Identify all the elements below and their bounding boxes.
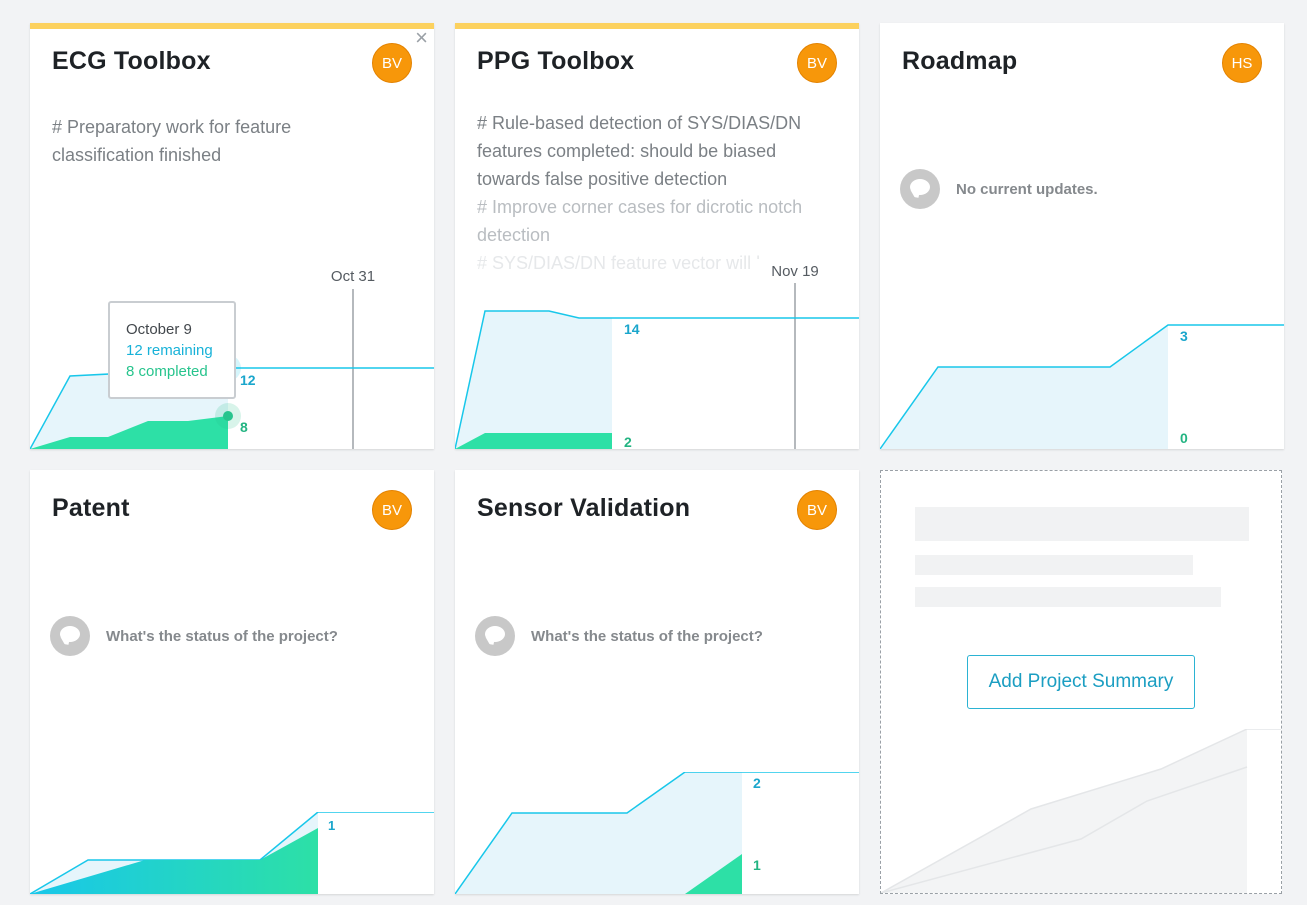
- remaining-area: [455, 311, 612, 449]
- status-row: No current updates.: [900, 169, 1098, 209]
- summary-line: # Improve corner cases for dicrotic notc…: [477, 197, 803, 217]
- placeholder-area: [881, 729, 1247, 893]
- status-text: No current updates.: [956, 180, 1098, 198]
- burnup-chart: 1: [30, 812, 434, 894]
- skeleton-line: [915, 507, 1249, 541]
- avatar[interactable]: BV: [372, 43, 412, 83]
- project-card-sensor-validation[interactable]: Sensor Validation BV What's the status o…: [455, 470, 859, 894]
- avatar[interactable]: BV: [797, 43, 837, 83]
- card-title: PPG Toolbox: [477, 47, 635, 75]
- summary-line: detection: [477, 225, 551, 245]
- status-row: What's the status of the project?: [50, 616, 338, 656]
- add-project-summary-button[interactable]: Add Project Summary: [967, 655, 1195, 709]
- project-card-ecg-toolbox[interactable]: × ECG Toolbox BV # Preparatory work for …: [30, 23, 434, 449]
- summary-line: # Preparatory work for feature: [52, 117, 292, 137]
- close-icon[interactable]: ×: [415, 29, 428, 49]
- add-project-card: Add Project Summary: [880, 470, 1282, 894]
- avatar[interactable]: BV: [372, 490, 412, 530]
- project-card-patent[interactable]: Patent BV What's the status of the proje…: [30, 470, 434, 894]
- avatar[interactable]: HS: [1222, 43, 1262, 83]
- avatar[interactable]: BV: [797, 490, 837, 530]
- summary-line: features completed: should be biased: [477, 141, 777, 161]
- burnup-chart: Nov 19 14 2: [455, 259, 859, 449]
- burnup-chart: 3 0: [880, 324, 1284, 449]
- project-card-ppg-toolbox[interactable]: PPG Toolbox BV # Rule-based detection of…: [455, 23, 859, 449]
- remaining-count-label: 14: [624, 321, 640, 337]
- card-title: ECG Toolbox: [52, 47, 211, 75]
- card-title: Roadmap: [902, 47, 1018, 75]
- status-text: What's the status of the project?: [531, 627, 763, 645]
- completed-count-label: 2: [624, 434, 632, 449]
- comment-bubble-icon: [475, 616, 515, 656]
- completed-point[interactable]: [223, 411, 233, 421]
- remaining-count-label: 2: [753, 775, 761, 791]
- date-marker-label: Oct 31: [331, 268, 375, 285]
- skeleton-line: [915, 587, 1221, 607]
- completed-count-label: 1: [753, 857, 761, 873]
- project-card-roadmap[interactable]: Roadmap HS No current updates. 3 0: [880, 23, 1284, 449]
- completed-count-label: 0: [1180, 430, 1188, 446]
- tooltip-date: October 9: [126, 321, 192, 338]
- chart-tooltip: October 9 12 remaining 8 completed: [108, 301, 236, 399]
- tooltip-remaining: 12 remaining: [126, 342, 213, 359]
- remaining-count-label: 12: [240, 372, 256, 388]
- project-summary: # Rule-based detection of SYS/DIAS/DN fe…: [477, 109, 837, 277]
- summary-line: # Rule-based detection of SYS/DIAS/DN: [477, 113, 802, 133]
- tooltip-completed: 8 completed: [126, 363, 208, 380]
- card-title: Sensor Validation: [477, 494, 691, 522]
- burnup-chart: 2 1: [455, 772, 859, 894]
- skeleton-line: [915, 555, 1193, 575]
- card-title: Patent: [52, 494, 130, 522]
- summary-line: towards false positive detection: [477, 169, 728, 189]
- comment-bubble-icon: [50, 616, 90, 656]
- remaining-count-label: 3: [1180, 328, 1188, 344]
- comment-bubble-icon: [900, 169, 940, 209]
- date-marker-label: Nov 19: [771, 263, 819, 280]
- placeholder-chart: [881, 729, 1281, 893]
- summary-line: classification finished: [52, 145, 222, 165]
- project-summary: # Preparatory work for feature classific…: [52, 113, 412, 169]
- completed-count-label: 8: [240, 419, 248, 435]
- completed-area: [30, 828, 318, 894]
- remaining-count-label: 1: [328, 818, 335, 833]
- status-row: What's the status of the project?: [475, 616, 763, 656]
- status-text: What's the status of the project?: [106, 627, 338, 645]
